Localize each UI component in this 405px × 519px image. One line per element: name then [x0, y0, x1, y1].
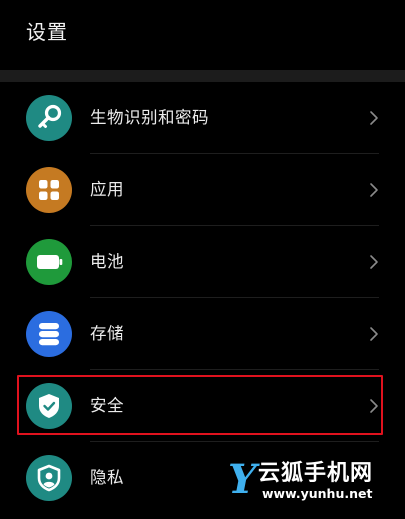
settings-item-label: 生物识别和密码	[90, 108, 209, 127]
watermark-url: www.yunhu.net	[262, 486, 373, 501]
highlight-frame	[17, 375, 383, 435]
key-icon	[26, 95, 72, 141]
settings-item-storage[interactable]: 存储	[0, 298, 405, 370]
settings-item-label: 应用	[90, 180, 124, 199]
chevron-right-icon	[370, 111, 378, 125]
section-divider	[0, 70, 405, 82]
battery-icon	[26, 239, 72, 285]
chevron-right-icon	[370, 183, 378, 197]
apps-grid-icon	[26, 167, 72, 213]
chevron-right-icon	[370, 327, 378, 341]
header: 设置	[0, 0, 405, 66]
settings-item-biometrics-password[interactable]: 生物识别和密码	[0, 82, 405, 154]
chevron-right-icon	[370, 255, 378, 269]
settings-item-apps[interactable]: 应用	[0, 154, 405, 226]
watermark-title: 云狐手机网	[258, 461, 374, 486]
watermark-logo: Y 云狐手机网 www.yunhu.net	[224, 456, 405, 519]
settings-item-label: 隐私	[90, 468, 124, 487]
settings-item-battery[interactable]: 电池	[0, 226, 405, 298]
settings-item-label: 存储	[90, 324, 124, 343]
settings-item-label: 电池	[90, 252, 124, 271]
privacy-icon	[26, 455, 72, 501]
page-title: 设置	[26, 20, 68, 44]
watermark-letter: Y	[228, 456, 257, 503]
storage-icon	[26, 311, 72, 357]
